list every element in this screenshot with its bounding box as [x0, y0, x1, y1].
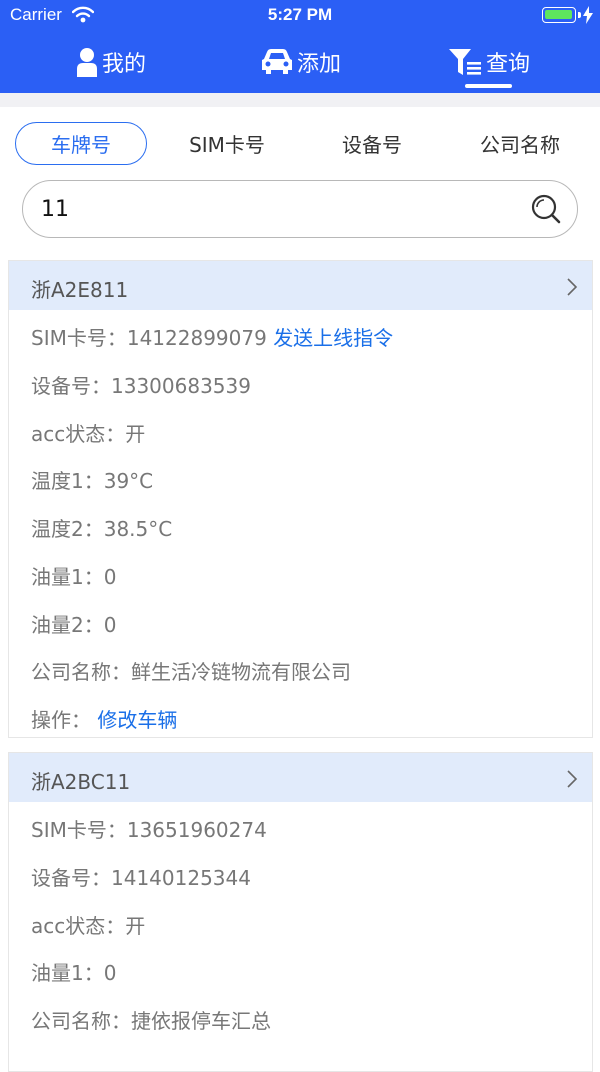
acc-status: acc状态：开	[31, 914, 146, 938]
temperature-2: 温度2：38.5°C	[31, 517, 173, 541]
device-number: 设备号：13300683539	[31, 374, 251, 398]
status-time: 5:27 PM	[267, 5, 333, 24]
chevron-right-icon	[567, 770, 578, 788]
vehicle-card-header[interactable]: 浙A2E811	[9, 261, 592, 310]
plate-number: 浙A2E811	[31, 278, 129, 302]
vehicle-card: 浙A2BC11 SIM卡号：13651960274 设备号：1414012534…	[8, 752, 593, 1072]
charging-icon	[583, 6, 593, 24]
search-icon[interactable]	[531, 194, 561, 224]
active-tab-indicator	[465, 84, 512, 88]
tab-add[interactable]: 添加	[261, 44, 341, 80]
acc-status: acc状态：开	[31, 422, 146, 446]
filter-device[interactable]: 设备号	[316, 122, 428, 165]
filter-company[interactable]: 公司名称	[456, 122, 584, 165]
oil-level-1: 油量1：0	[31, 565, 117, 589]
filter-plate[interactable]: 车牌号	[15, 122, 147, 165]
edit-vehicle-link[interactable]: 修改车辆	[97, 708, 177, 732]
user-icon	[77, 48, 97, 77]
status-bar: Carrier 5:27 PM	[0, 0, 600, 30]
tab-me[interactable]: 我的	[76, 44, 146, 80]
send-online-command-link[interactable]: 发送上线指令	[273, 326, 393, 350]
chevron-right-icon	[567, 278, 578, 296]
operation-label: 操作：	[31, 708, 91, 732]
vehicle-card-header[interactable]: 浙A2BC11	[9, 753, 592, 802]
battery-tip	[578, 12, 581, 18]
company-name: 公司名称：鲜生活冷链物流有限公司	[31, 660, 351, 684]
vehicle-card: 浙A2E811 SIM卡号：14122899079 发送上线指令 设备号：133…	[8, 260, 593, 738]
battery-icon	[542, 7, 576, 23]
sim-number: SIM卡号：13651960274	[31, 818, 267, 842]
search-value: 11	[41, 197, 69, 222]
tab-me-label: 我的	[102, 52, 147, 77]
sim-row: SIM卡号：14122899079 发送上线指令	[31, 322, 393, 351]
search-type-selector: 车牌号 SIM卡号 设备号 公司名称	[0, 122, 600, 166]
tab-query[interactable]: 查询	[448, 44, 530, 80]
car-icon	[262, 49, 292, 74]
oil-level-1: 油量1：0	[31, 961, 117, 985]
company-name: 公司名称：捷依报停车汇总	[31, 1009, 271, 1033]
top-header: Carrier 5:27 PM 我的 添加 查询	[0, 0, 600, 93]
divider-strip	[0, 93, 600, 107]
sim-number: SIM卡号：14122899079	[31, 326, 267, 350]
device-number: 设备号：14140125344	[31, 866, 251, 890]
operation-row: 操作： 修改车辆	[31, 704, 177, 733]
plate-number: 浙A2BC11	[31, 770, 131, 794]
filter-list-icon	[449, 49, 481, 75]
tab-query-label: 查询	[486, 52, 531, 77]
temperature-1: 温度1：39°C	[31, 469, 154, 493]
tab-add-label: 添加	[297, 52, 342, 77]
oil-level-2: 油量2：0	[31, 613, 117, 637]
filter-sim[interactable]: SIM卡号	[166, 122, 288, 165]
search-input[interactable]: 11	[22, 180, 578, 238]
